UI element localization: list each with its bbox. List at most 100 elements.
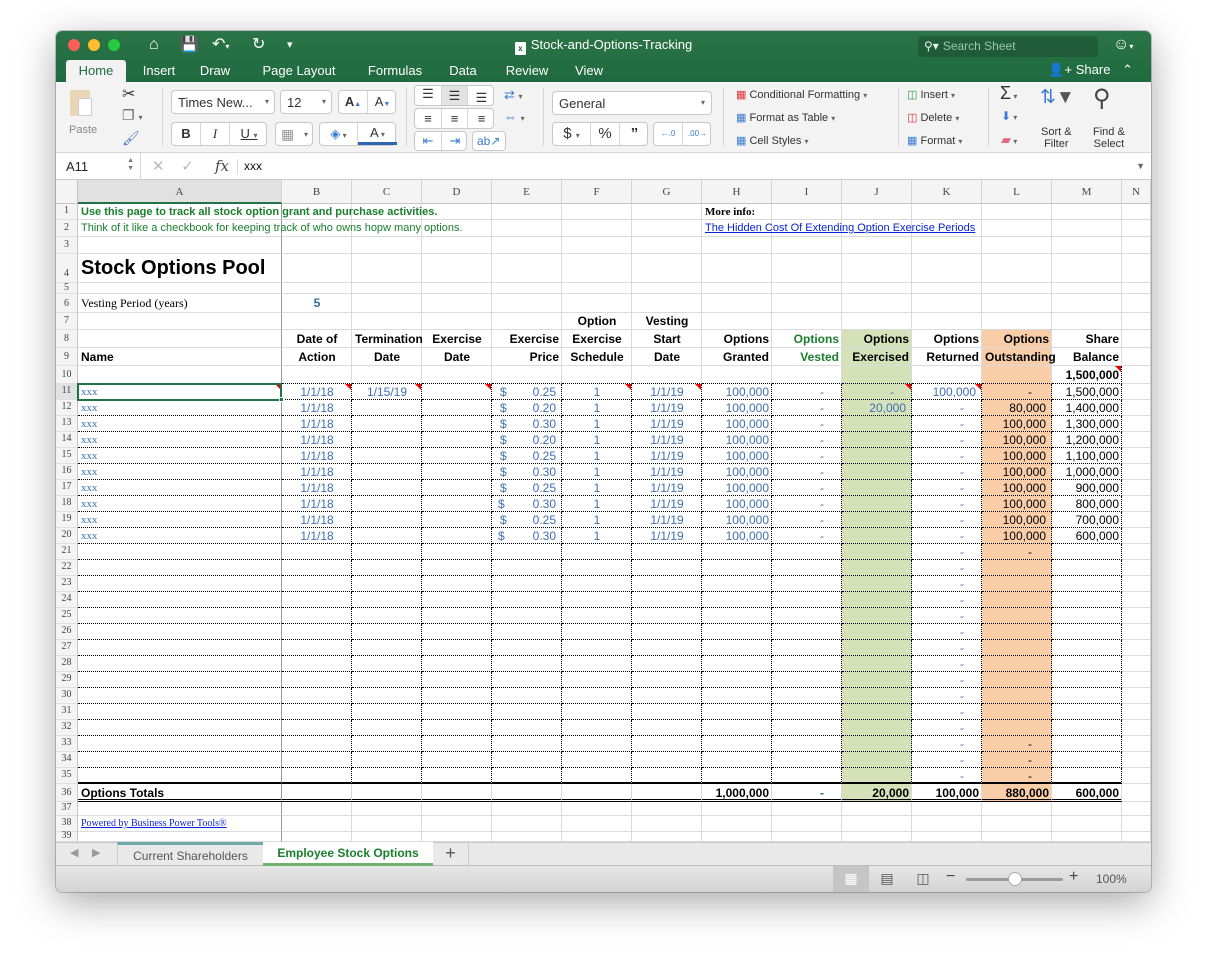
cell-F27[interactable] bbox=[562, 640, 632, 656]
cell-B33[interactable] bbox=[282, 736, 352, 752]
cell-D30[interactable] bbox=[422, 688, 492, 704]
row-header-24[interactable]: 24 bbox=[56, 592, 78, 608]
previous-sheet-icon[interactable]: ◀ bbox=[70, 846, 78, 859]
cell-L22[interactable] bbox=[982, 560, 1052, 576]
cell-E23[interactable] bbox=[492, 576, 562, 592]
cell-L3[interactable] bbox=[982, 237, 1052, 254]
cell-N7[interactable] bbox=[1122, 313, 1151, 330]
cell-B38[interactable] bbox=[282, 816, 352, 832]
cell-F36[interactable] bbox=[562, 784, 632, 802]
cell-J5[interactable] bbox=[842, 283, 912, 294]
cell-B37[interactable] bbox=[282, 802, 352, 816]
cell-A22[interactable] bbox=[78, 560, 282, 576]
cell-C21[interactable] bbox=[352, 544, 422, 560]
cell-B21[interactable] bbox=[282, 544, 352, 560]
align-left-button[interactable]: ≡ bbox=[415, 109, 442, 128]
cell-A26[interactable] bbox=[78, 624, 282, 640]
cell-C16[interactable] bbox=[352, 464, 422, 480]
cell-A30[interactable] bbox=[78, 688, 282, 704]
spreadsheet-grid[interactable]: A B C D E F G H I J K L M N 1 2 3 4 5 6 7 8 9 10 11 12 13 14 15 16 17 1… bbox=[56, 180, 1151, 842]
font-name-select[interactable]: Times New... ▾ bbox=[171, 90, 275, 114]
row-header-14[interactable]: 14 bbox=[56, 432, 78, 448]
cell-A32[interactable] bbox=[78, 720, 282, 736]
cell-J18[interactable] bbox=[842, 496, 912, 512]
cell-F37[interactable] bbox=[562, 802, 632, 816]
underline-button[interactable]: U ▾ bbox=[230, 123, 268, 145]
cell-F29[interactable] bbox=[562, 672, 632, 688]
cell-J19[interactable] bbox=[842, 512, 912, 528]
cell-H38[interactable] bbox=[702, 816, 772, 832]
cell-J3[interactable] bbox=[842, 237, 912, 254]
cell-E24[interactable] bbox=[492, 592, 562, 608]
cell-H33[interactable] bbox=[702, 736, 772, 752]
cell-N39[interactable] bbox=[1122, 832, 1151, 842]
cell-G30[interactable] bbox=[632, 688, 702, 704]
next-sheet-icon[interactable]: ▶ bbox=[92, 846, 100, 859]
cell-N15[interactable] bbox=[1122, 448, 1151, 464]
cell-F30[interactable] bbox=[562, 688, 632, 704]
cell-N31[interactable] bbox=[1122, 704, 1151, 720]
cell-N13[interactable] bbox=[1122, 416, 1151, 432]
cell-N17[interactable] bbox=[1122, 480, 1151, 496]
cell-J24[interactable] bbox=[842, 592, 912, 608]
cell-F4[interactable] bbox=[562, 254, 632, 283]
cell-A35[interactable] bbox=[78, 768, 282, 784]
cell-F38[interactable] bbox=[562, 816, 632, 832]
row-header-25[interactable]: 25 bbox=[56, 608, 78, 624]
borders-button[interactable]: ▦ ▾ bbox=[275, 122, 313, 146]
row-header-34[interactable]: 34 bbox=[56, 752, 78, 768]
cell-J30[interactable] bbox=[842, 688, 912, 704]
cell-I6[interactable] bbox=[772, 294, 842, 313]
find-select-icon[interactable]: ⚲ bbox=[1093, 84, 1111, 113]
cell-G37[interactable] bbox=[632, 802, 702, 816]
cell-G1[interactable] bbox=[632, 204, 702, 220]
cell-N21[interactable] bbox=[1122, 544, 1151, 560]
cell-F35[interactable] bbox=[562, 768, 632, 784]
search-sheet-input[interactable]: ⚲▾ Search Sheet bbox=[918, 36, 1098, 57]
cell-D21[interactable] bbox=[422, 544, 492, 560]
cell-F24[interactable] bbox=[562, 592, 632, 608]
cell-A7[interactable] bbox=[78, 313, 282, 330]
cell-N14[interactable] bbox=[1122, 432, 1151, 448]
row-header-22[interactable]: 22 bbox=[56, 560, 78, 576]
cell-B35[interactable] bbox=[282, 768, 352, 784]
cell-G38[interactable] bbox=[632, 816, 702, 832]
align-bottom-button[interactable]: ☰ bbox=[468, 86, 495, 105]
cell-B26[interactable] bbox=[282, 624, 352, 640]
cell-C29[interactable] bbox=[352, 672, 422, 688]
column-header-f[interactable]: F bbox=[562, 180, 632, 204]
align-right-button[interactable]: ≡ bbox=[468, 109, 495, 128]
cell-E25[interactable] bbox=[492, 608, 562, 624]
column-header-n[interactable]: N bbox=[1122, 180, 1151, 204]
cell-K10[interactable] bbox=[912, 366, 982, 384]
cell-M6[interactable] bbox=[1052, 294, 1122, 313]
cell-D15[interactable] bbox=[422, 448, 492, 464]
cell-H24[interactable] bbox=[702, 592, 772, 608]
paste-button[interactable] bbox=[68, 88, 98, 120]
row-header-28[interactable]: 28 bbox=[56, 656, 78, 672]
cell-J20[interactable] bbox=[842, 528, 912, 544]
tab-draw[interactable]: Draw bbox=[194, 60, 236, 82]
cell-C15[interactable] bbox=[352, 448, 422, 464]
cell-C14[interactable] bbox=[352, 432, 422, 448]
cell-J31[interactable] bbox=[842, 704, 912, 720]
cell-N23[interactable] bbox=[1122, 576, 1151, 592]
cell-G28[interactable] bbox=[632, 656, 702, 672]
cell-C34[interactable] bbox=[352, 752, 422, 768]
cell-F39[interactable] bbox=[562, 832, 632, 842]
cell-B31[interactable] bbox=[282, 704, 352, 720]
column-header-h[interactable]: H bbox=[702, 180, 772, 204]
cell-B24[interactable] bbox=[282, 592, 352, 608]
cell-M27[interactable] bbox=[1052, 640, 1122, 656]
cell-C22[interactable] bbox=[352, 560, 422, 576]
cell-C7[interactable] bbox=[352, 313, 422, 330]
cell-M31[interactable] bbox=[1052, 704, 1122, 720]
cell-F23[interactable] bbox=[562, 576, 632, 592]
autosum-button[interactable]: Σ ▾ bbox=[1000, 83, 1017, 104]
tab-insert[interactable]: Insert bbox=[134, 60, 184, 82]
cell-I39[interactable] bbox=[772, 832, 842, 842]
cell-C3[interactable] bbox=[352, 237, 422, 254]
cell-A3[interactable] bbox=[78, 237, 282, 254]
sheet-tab-employee-stock-options[interactable]: Employee Stock Options bbox=[263, 842, 433, 866]
cell-N11[interactable] bbox=[1122, 384, 1151, 400]
